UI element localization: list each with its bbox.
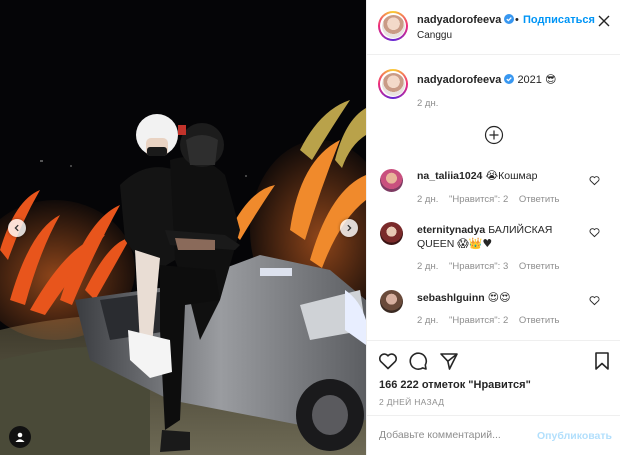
next-photo-button[interactable] [340,219,358,237]
reply-button[interactable]: Ответить [519,261,560,272]
post-side-panel: nadyadorofeeva • Подписаться Canggu nady… [366,0,620,455]
paper-plane-icon[interactable] [439,351,459,371]
comment-likes[interactable]: "Нравится": 2 [449,194,508,205]
comment-emoji: 😱👑♥ [457,237,493,250]
post-actions: 166 222 отметок "Нравится" 2 ДНЕЙ НАЗАД … [367,340,620,455]
comment-likes[interactable]: "Нравится": 2 [449,315,508,326]
caption-emoji: 😎 [544,73,557,86]
publish-button[interactable]: Опубликовать [537,430,612,442]
comment-time[interactable]: 2 дн. [417,261,438,272]
comment-likes[interactable]: "Нравится": 3 [449,261,508,272]
comment-message: Кошмар [498,170,538,182]
comment-meta: 2 дн. "Нравится": 2 Ответить [417,194,567,205]
comment-input[interactable] [379,429,539,441]
comment-heart-icon[interactable] [589,227,600,238]
likes-count[interactable]: 166 222 отметок "Нравится" [379,379,531,391]
comment-meta: 2 дн. "Нравится": 3 Ответить [417,261,567,272]
reply-button[interactable]: Ответить [519,194,560,205]
caption-author-avatar[interactable] [378,69,408,99]
author-avatar[interactable] [378,11,408,41]
author-username[interactable]: nadyadorofeeva [417,14,515,26]
comment-text: eternitynadya БАЛИЙСКАЯ QUEEN 😱👑♥ [417,223,587,251]
verified-badge-icon [504,74,515,84]
heart-icon[interactable] [378,351,398,371]
posted-time[interactable]: 2 ДНЕЙ НАЗАД [379,397,444,407]
commenter-avatar[interactable] [380,169,403,192]
bookmark-icon[interactable] [592,351,612,371]
verified-badge-icon [504,14,515,24]
tagged-users-button[interactable] [9,426,31,448]
comment-username[interactable]: na_taliia1024 [417,170,482,182]
comment-emoji: 😍😍 [487,291,511,304]
chevron-right-icon [347,224,352,232]
caption-time: 2 дн. [417,98,439,109]
comment-text: sebashlguinn 😍😍 [417,291,587,305]
post-location[interactable]: Canggu [417,30,452,41]
commenter-avatar[interactable] [380,290,403,313]
instagram-post-view: nadyadorofeeva • Подписаться Canggu nady… [0,0,620,455]
comment-text: na_taliia1024 😭Кошмар [417,169,587,183]
caption-line: nadyadorofeeva 2021 😎 [417,73,556,86]
more-options-icon[interactable] [597,14,611,28]
post-photo[interactable] [0,0,366,455]
comment-username[interactable]: eternitynadya [417,224,485,236]
plus-circle-icon[interactable] [484,125,504,145]
commenter-avatar[interactable] [380,222,403,245]
follow-separator: • [515,14,519,26]
photo-scene [0,0,366,455]
comment-time[interactable]: 2 дн. [417,315,438,326]
user-tag-icon [15,432,25,442]
caption-text: 2021 [517,74,542,86]
post-header: nadyadorofeeva • Подписаться Canggu [367,0,620,55]
comment-bubble-icon[interactable] [408,351,428,371]
previous-photo-button[interactable] [8,219,26,237]
comment-username[interactable]: sebashlguinn [417,292,485,304]
caption-username[interactable]: nadyadorofeeva [417,74,501,86]
add-comment-bar: Опубликовать [367,415,620,455]
comment-heart-icon[interactable] [589,295,600,306]
comment-meta: 2 дн. "Нравится": 2 Ответить [417,315,567,326]
comment-time[interactable]: 2 дн. [417,194,438,205]
author-username-text[interactable]: nadyadorofeeva [417,14,501,26]
reply-button[interactable]: Ответить [519,315,560,326]
follow-button[interactable]: Подписаться [523,14,595,26]
chevron-left-icon [14,224,19,232]
comment-heart-icon[interactable] [589,175,600,186]
comment-emoji: 😭 [485,169,499,182]
